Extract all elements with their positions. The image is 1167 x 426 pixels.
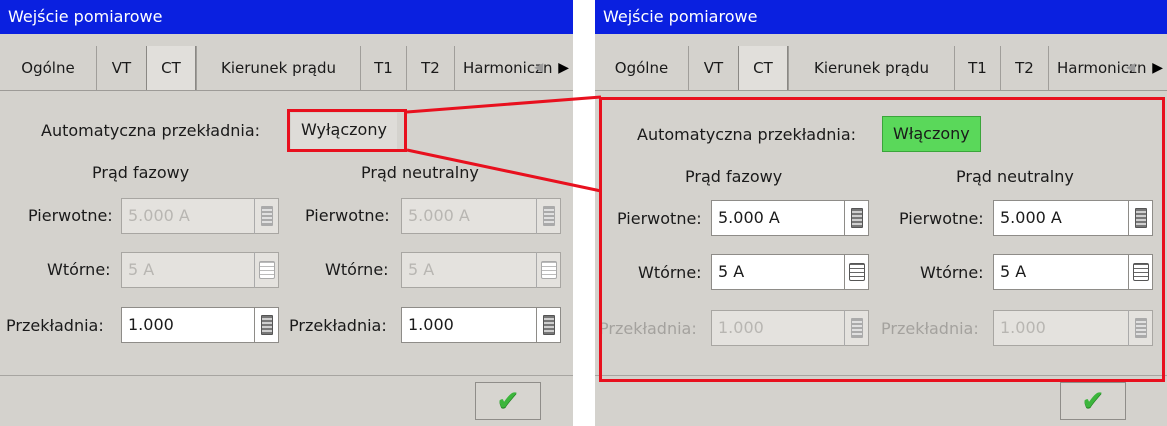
connector-line-top — [406, 95, 602, 114]
highlight-connector — [406, 95, 602, 193]
connector-line-bottom — [406, 148, 602, 193]
